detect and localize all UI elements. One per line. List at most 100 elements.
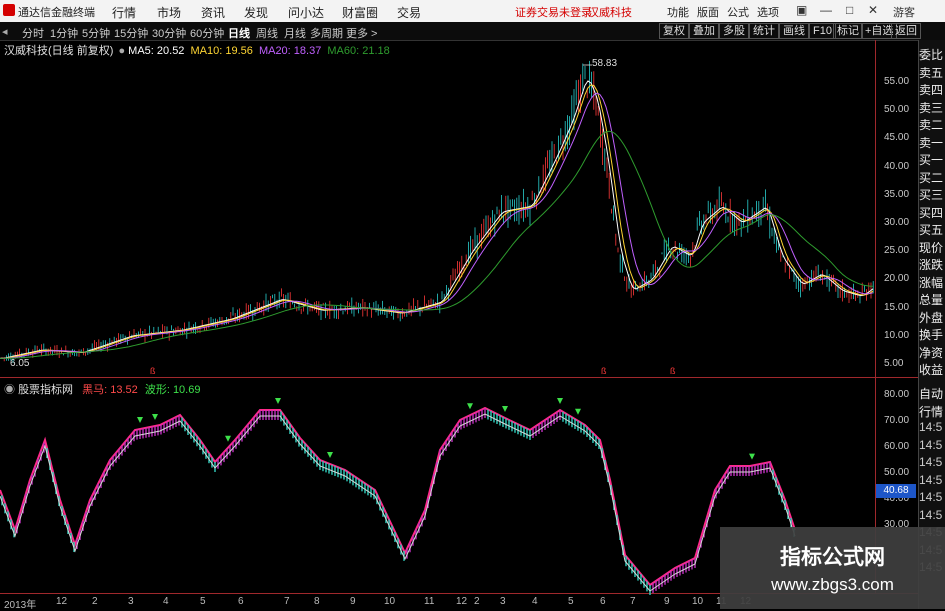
price-axis-tick: 35.00 — [884, 188, 910, 200]
ma10-label: MA10: 19.56 — [190, 45, 253, 57]
button-mark[interactable]: 标记 — [833, 23, 863, 39]
buy-signal-arrow-icon — [557, 398, 563, 404]
sidebar-item[interactable]: 买二 — [919, 169, 945, 186]
tab-15min[interactable]: 15分钟 — [114, 25, 148, 41]
menu-layout[interactable]: 版面 — [697, 4, 719, 20]
sidebar-lower-item[interactable]: 14:5 — [919, 455, 945, 469]
sidebar-item[interactable]: 买四 — [919, 204, 945, 221]
watermark-url: www.zbgs3.com — [771, 575, 894, 594]
quote-sidebar: 委比 卖五 卖四 卖三 卖二 卖一 买一 买二 买三 买四 买五 现价 涨跌 涨幅 总量 外盘 换手 净资 收益自动… — [918, 40, 945, 609]
sidebar-item[interactable]: 买一 — [919, 151, 945, 168]
sidebar-lower-item[interactable]: 14:5 — [919, 420, 945, 434]
toolbar-menu-icon[interactable]: ◂ — [2, 25, 8, 38]
sidebar-item[interactable]: 外盘 — [919, 309, 945, 326]
sidebar-lower-item[interactable]: 自动 — [919, 385, 945, 402]
tab-5min[interactable]: 5分钟 — [82, 25, 110, 41]
buy-signal-arrow-icon — [275, 398, 281, 404]
indicator-axis-tick: 60.00 — [884, 441, 910, 452]
sidebar-lower-item[interactable]: 14:5 — [919, 490, 945, 504]
maximize-icon[interactable]: □ — [846, 3, 853, 17]
high-price-label: 58.83 — [592, 58, 618, 69]
price-axis-tick: 15.00 — [884, 301, 910, 313]
sidebar-item[interactable]: 买五 — [919, 221, 945, 238]
button-draw-line[interactable]: 画线 — [779, 23, 809, 39]
guest-label[interactable]: 游客 — [893, 4, 915, 20]
login-notice[interactable]: 证券交易未登录 — [515, 4, 592, 20]
menu-news[interactable]: 资讯 — [201, 4, 225, 21]
date-axis-label: 2 — [474, 596, 480, 607]
menu-ask[interactable]: 问小达 — [288, 4, 324, 21]
menu-discover[interactable]: 发现 — [244, 4, 268, 21]
button-back[interactable]: 返回 — [891, 23, 921, 39]
sidebar-item[interactable]: 委比 — [919, 46, 945, 63]
sidebar-item[interactable]: 卖四 — [919, 81, 945, 98]
price-pane-legend: 汉威科技(日线 前复权) ● MA5: 20.52 MA10: 19.56 MA… — [4, 42, 390, 58]
tab-monthly[interactable]: 月线 — [284, 25, 306, 41]
tab-daily[interactable]: 日线 — [228, 25, 250, 41]
wave-label: 波形: 10.69 — [144, 384, 201, 396]
menu-market[interactable]: 市场 — [157, 4, 181, 21]
sidebar-item[interactable]: 卖一 — [919, 134, 945, 151]
price-axis-tick: 20.00 — [884, 273, 910, 285]
indicator-axis-tick: 80.00 — [884, 389, 910, 400]
tab-1min[interactable]: 1分钟 — [50, 25, 78, 41]
sidebar-lower-item[interactable]: 14:5 — [919, 508, 945, 522]
button-statistics[interactable]: 统计 — [749, 23, 779, 39]
tab-intraday[interactable]: 分时 — [22, 25, 44, 41]
low-price-label: 6.05 — [10, 358, 30, 369]
sidebar-item[interactable]: 收益 — [919, 361, 945, 378]
tab-more[interactable]: 更多 > — [346, 25, 377, 41]
current-value-badge: 40.68 — [876, 484, 916, 498]
price-axis-tick: 45.00 — [884, 132, 910, 144]
ma60-line — [0, 130, 874, 359]
ma20-line — [0, 92, 874, 359]
sidebar-item[interactable]: 现价 — [919, 239, 945, 256]
legend-dot-icon: ◉ — [4, 384, 15, 396]
skin-icon[interactable]: ▣ — [796, 3, 807, 17]
period-toolbar: ◂ 分时 1分钟 5分钟 15分钟 30分钟 60分钟 日线 周线 月线 多周期… — [0, 22, 945, 41]
sidebar-item[interactable]: 卖二 — [919, 116, 945, 133]
event-marker-icon[interactable]: ß — [150, 366, 156, 376]
minimize-icon[interactable]: — — [820, 3, 832, 17]
button-multi-stock[interactable]: 多股 — [719, 23, 749, 39]
close-icon[interactable]: ✕ — [868, 3, 878, 17]
sidebar-item[interactable]: 卖三 — [919, 99, 945, 116]
button-f10[interactable]: F10 — [809, 23, 836, 39]
sidebar-item[interactable]: 总量 — [919, 291, 945, 308]
date-axis-label: 12 — [456, 596, 468, 607]
date-axis-label: 11 — [424, 596, 435, 607]
menu-options[interactable]: 选项 — [757, 4, 779, 20]
menu-trade[interactable]: 交易 — [397, 4, 421, 21]
menu-quotes[interactable]: 行情 — [112, 4, 136, 21]
sidebar-item[interactable]: 换手 — [919, 326, 945, 343]
button-restore-rights[interactable]: 复权 — [659, 23, 689, 39]
menu-wealth[interactable]: 财富圈 — [342, 4, 378, 21]
menu-function[interactable]: 功能 — [667, 4, 689, 20]
black-horse-label: 黑马: 13.52 — [82, 384, 138, 396]
tab-weekly[interactable]: 周线 — [256, 25, 278, 41]
menu-formula[interactable]: 公式 — [727, 4, 749, 20]
sidebar-item[interactable]: 涨跌 — [919, 256, 945, 273]
watermark-title: 指标公式网 — [780, 546, 885, 569]
sidebar-lower-item[interactable]: 14:5 — [919, 438, 945, 452]
event-marker-icon[interactable]: ß — [670, 366, 676, 376]
tab-60min[interactable]: 60分钟 — [190, 25, 224, 41]
watermark: 指标公式网 www.zbgs3.com — [720, 527, 945, 609]
button-overlay[interactable]: 叠加 — [689, 23, 719, 39]
sidebar-lower-item[interactable]: 14:5 — [919, 473, 945, 487]
ma5-label: MA5: 20.52 — [128, 45, 185, 57]
date-axis-label: 7 — [630, 596, 636, 607]
date-axis-label: 4 — [532, 596, 538, 607]
sidebar-lower-item[interactable]: 行情 — [919, 403, 945, 420]
tab-30min[interactable]: 30分钟 — [152, 25, 186, 41]
sidebar-item[interactable]: 净资 — [919, 344, 945, 361]
buy-signal-arrow-icon — [327, 452, 333, 458]
date-axis-label: 6 — [238, 596, 244, 607]
sidebar-item[interactable]: 买三 — [919, 186, 945, 203]
event-marker-icon[interactable]: ß — [601, 366, 607, 376]
tab-multi-period[interactable]: 多周期 — [310, 25, 343, 41]
kline-chart[interactable]: ßßß — [0, 0, 945, 609]
sidebar-item[interactable]: 涨幅 — [919, 274, 945, 291]
date-axis-label: 7 — [284, 596, 290, 607]
sidebar-item[interactable]: 卖五 — [919, 64, 945, 81]
